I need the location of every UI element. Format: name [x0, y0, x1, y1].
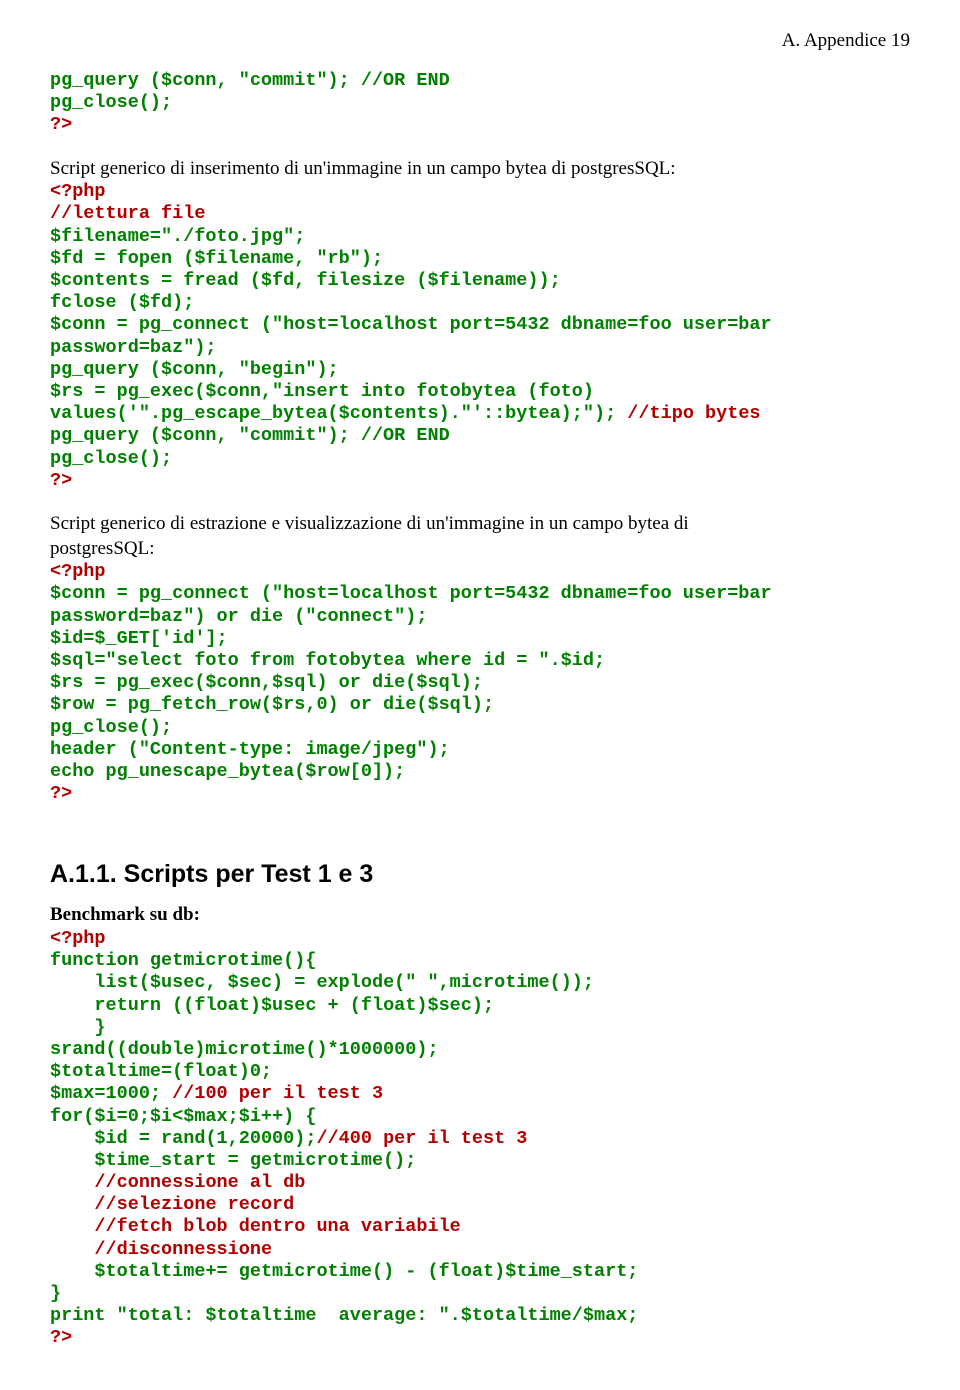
code-line: } — [50, 1017, 106, 1038]
code-line: <?php — [50, 181, 106, 202]
code-line: ?> — [50, 470, 72, 491]
code-line: $time_start = getmicrotime(); — [50, 1150, 416, 1171]
code-comment: //lettura file — [50, 203, 205, 224]
code-line: <?php — [50, 928, 106, 949]
code-comment: //connessione al db — [50, 1172, 305, 1193]
code-line: $rs = pg_exec($conn,"insert into fotobyt… — [50, 381, 594, 402]
code-line: $id=$_GET['id']; — [50, 628, 228, 649]
document-page: A. Appendice 19 pg_query ($conn, "commit… — [0, 0, 960, 1390]
code-line: ?> — [50, 783, 72, 804]
code-comment: //100 per il test 3 — [161, 1083, 383, 1104]
code-line: $conn = pg_connect ("host=localhost port… — [50, 583, 772, 604]
code-comment: //selezione record — [50, 1194, 294, 1215]
section-heading: A.1.1. Scripts per Test 1 e 3 — [50, 860, 910, 889]
code-line: <?php — [50, 561, 106, 582]
code-line: $max=1000; — [50, 1083, 161, 1104]
code-line: $row = pg_fetch_row($rs,0) or die($sql); — [50, 694, 494, 715]
code-line: pg_close(); — [50, 717, 172, 738]
code-line: fclose ($fd); — [50, 292, 194, 313]
code-line: pg_close(); — [50, 92, 172, 113]
code-line: $rs = pg_exec($conn,$sql) or die($sql); — [50, 672, 483, 693]
code-line: password=baz") or die ("connect"); — [50, 606, 427, 627]
paragraph-2-line1: Script generico di estrazione e visualiz… — [50, 512, 910, 537]
code-line: ?> — [50, 114, 72, 135]
code-line: values('".pg_escape_bytea($contents)."':… — [50, 403, 616, 424]
code-line: pg_query ($conn, "commit"); //OR END — [50, 70, 450, 91]
code-line: $totaltime+= getmicrotime() - (float)$ti… — [50, 1261, 638, 1282]
code-block-3: <?php $conn = pg_connect ("host=localhos… — [50, 561, 910, 805]
code-line: password=baz"); — [50, 337, 217, 358]
code-line: $conn = pg_connect ("host=localhost port… — [50, 314, 772, 335]
code-line: $filename="./foto.jpg"; — [50, 226, 305, 247]
header-appendix: A. Appendice 19 — [50, 30, 910, 52]
paragraph-2-line2: postgresSQL: — [50, 537, 910, 562]
code-line: $id = rand(1,20000); — [50, 1128, 316, 1149]
code-line: pg_query ($conn, "commit"); //OR END — [50, 425, 450, 446]
code-comment: //disconnessione — [50, 1239, 272, 1260]
code-line: pg_close(); — [50, 448, 172, 469]
code-line: function getmicrotime(){ — [50, 950, 316, 971]
code-comment: //fetch blob dentro una variabile — [50, 1216, 461, 1237]
code-line: $sql="select foto from fotobytea where i… — [50, 650, 605, 671]
code-line: print "total: $totaltime average: ".$tot… — [50, 1305, 638, 1326]
code-comment: //400 per il test 3 — [316, 1128, 527, 1149]
paragraph-1: Script generico di inserimento di un'imm… — [50, 157, 910, 182]
code-line: $fd = fopen ($filename, "rb"); — [50, 248, 383, 269]
code-line: ?> — [50, 1327, 72, 1348]
code-line: $totaltime=(float)0; — [50, 1061, 272, 1082]
code-line: srand((double)microtime()*1000000); — [50, 1039, 439, 1060]
paragraph-3: Benchmark su db: — [50, 903, 910, 928]
code-line: return ((float)$usec + (float)$sec); — [50, 995, 494, 1016]
code-block-2: <?php //lettura file $filename="./foto.j… — [50, 181, 910, 492]
code-line: echo pg_unescape_bytea($row[0]); — [50, 761, 405, 782]
code-line: } — [50, 1283, 61, 1304]
code-line: pg_query ($conn, "begin"); — [50, 359, 339, 380]
code-line: for($i=0;$i<$max;$i++) { — [50, 1106, 316, 1127]
code-block-4: <?php function getmicrotime(){ list($use… — [50, 928, 910, 1350]
code-line: $contents = fread ($fd, filesize ($filen… — [50, 270, 561, 291]
code-block-1: pg_query ($conn, "commit"); //OR END pg_… — [50, 70, 910, 137]
code-comment: //tipo bytes — [616, 403, 760, 424]
code-line: header ("Content-type: image/jpeg"); — [50, 739, 450, 760]
code-line: list($usec, $sec) = explode(" ",microtim… — [50, 972, 594, 993]
